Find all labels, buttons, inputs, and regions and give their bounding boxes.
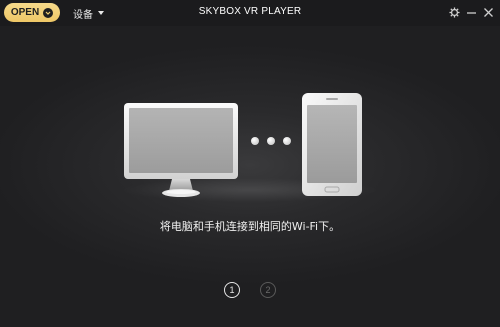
window-controls [449,4,494,20]
close-icon[interactable] [483,7,494,18]
minimize-icon[interactable] [466,7,477,18]
device-menu-label: 设备 [73,9,93,21]
connection-dot [283,137,291,145]
app-title: SKYBOX VR PLAYER [198,6,302,17]
page-dot-1[interactable]: 1 [224,282,240,298]
phone-illustration [302,93,364,201]
connection-dot [267,137,275,145]
gear-icon[interactable] [449,6,460,18]
open-label: OPEN [10,7,40,18]
page-indicator: 1 2 [224,282,276,298]
device-menu[interactable]: 设备 [73,5,104,21]
page-dot-2[interactable]: 2 [260,282,276,298]
caret-down-icon [98,11,104,15]
connection-dots [251,137,291,145]
title-bar: OPEN 设备 SKYBOX VR PLAYER [0,0,500,26]
monitor-illustration [124,103,240,203]
chevron-down-icon [43,7,54,18]
connection-instruction: 将电脑和手机连接到相同的Wi-Fi下。 [159,220,341,233]
connection-dot [251,137,259,145]
open-button[interactable]: OPEN [4,3,60,22]
app-window: OPEN 设备 SKYBOX VR PLAYER 将电脑和手机连接到相同的Wi-… [0,0,500,327]
